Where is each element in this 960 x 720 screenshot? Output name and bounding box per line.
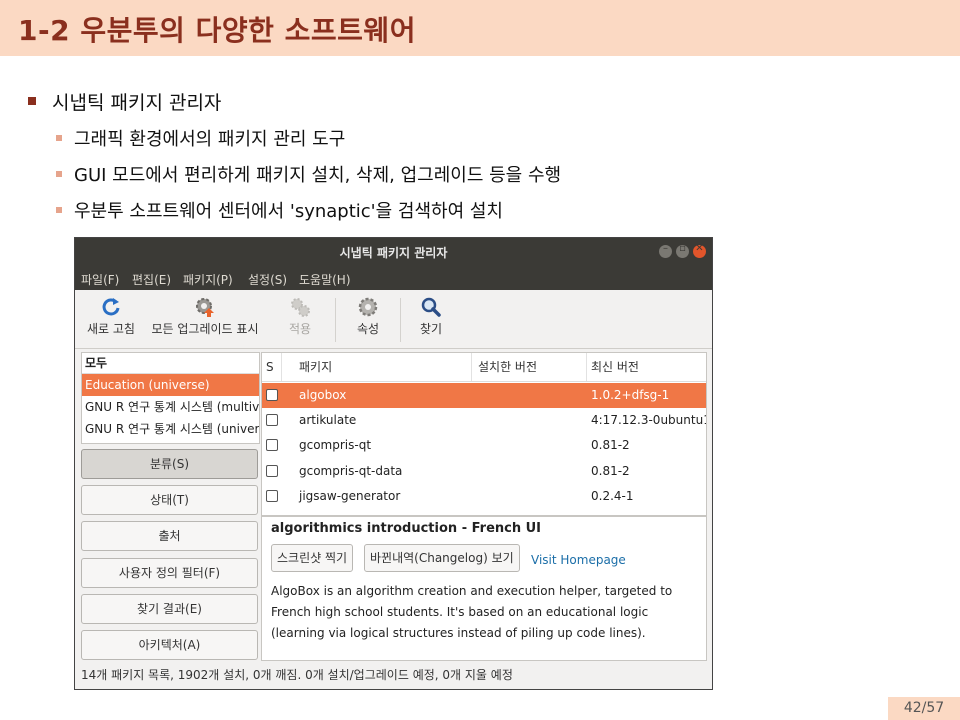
table-row[interactable]: jigsaw-generator 0.2.4-1 xyxy=(262,484,706,509)
package-checkbox[interactable] xyxy=(266,465,278,477)
properties-button[interactable]: 속성 xyxy=(343,296,393,337)
table-row[interactable]: gcompris-qt 0.81-2 xyxy=(262,433,706,458)
package-name: gcompris-qt xyxy=(299,438,372,452)
sub-bullet-text: 그래픽 환경에서의 패키지 관리 도구 xyxy=(74,129,346,150)
filter-architecture-button[interactable]: 아키텍처(A) xyxy=(81,630,258,660)
refresh-label: 새로 고침 xyxy=(87,322,135,336)
category-list-header: 모두 xyxy=(82,353,259,374)
window-title: 시냅틱 패키지 관리자 xyxy=(339,246,448,260)
package-latest-version: 4:17.12.3-0ubuntu1 xyxy=(591,413,707,427)
synaptic-window: 시냅틱 패키지 관리자 – ▫ ✕ 파일(F) 편집(E) 패키지(P) 설정(… xyxy=(74,237,713,690)
refresh-icon xyxy=(102,298,120,316)
changelog-button[interactable]: 바뀐내역(Changelog) 보기 xyxy=(364,544,520,572)
mark-all-upgrades-button[interactable]: 모든 업그레이드 표시 xyxy=(145,296,265,337)
gear-icon xyxy=(358,297,378,317)
package-latest-version: 0.2.4-1 xyxy=(591,489,634,503)
package-latest-version: 0.81-2 xyxy=(591,464,630,478)
toolbar-separator xyxy=(335,298,336,342)
column-installed-version[interactable]: 설치한 버전 xyxy=(474,353,587,381)
minimize-button[interactable]: – xyxy=(659,243,672,258)
bullet-main: 시냅틱 패키지 관리자 xyxy=(28,88,221,115)
sub-bullet-text: 우분투 소프트웨어 센터에서 'synaptic'을 검색하여 설치 xyxy=(74,201,503,222)
filter-origin-button[interactable]: 출처 xyxy=(81,521,258,551)
close-button[interactable]: ✕ xyxy=(693,243,706,258)
package-name: artikulate xyxy=(299,413,357,427)
table-row[interactable]: algobox 1.0.2+dfsg-1 xyxy=(262,383,706,408)
description-body: AlgoBox is an algorithm creation and exe… xyxy=(271,584,673,640)
gear-upgrade-icon xyxy=(196,298,214,317)
column-package[interactable]: 패키지 xyxy=(295,353,472,381)
sub-bullet-marker xyxy=(56,207,62,213)
slide-title: 1-2 우분투의 다양한 소프트웨어 xyxy=(18,14,416,47)
search-icon xyxy=(421,297,441,317)
package-checkbox[interactable] xyxy=(266,389,278,401)
slide-header: 1-2 우분투의 다양한 소프트웨어 xyxy=(0,0,960,56)
package-name: jigsaw-generator xyxy=(299,489,401,503)
maximize-icon: ▫ xyxy=(679,243,686,254)
toolbar-separator xyxy=(400,298,401,342)
apply-label: 적용 xyxy=(288,322,312,336)
menubar: 파일(F) 편집(E) 패키지(P) 설정(S) 도움말(H) xyxy=(75,266,712,290)
package-checkbox[interactable] xyxy=(266,490,278,502)
menu-file[interactable]: 파일(F) xyxy=(81,271,119,288)
menu-help[interactable]: 도움말(H) xyxy=(299,271,351,288)
filter-status-button[interactable]: 상태(T) xyxy=(81,485,258,515)
package-table-header: S 패키지 설치한 버전 최신 버전 xyxy=(262,353,706,382)
close-icon: ✕ xyxy=(695,243,704,254)
homepage-link[interactable]: Visit Homepage xyxy=(531,553,626,567)
sub-bullet-marker xyxy=(56,171,62,177)
search-label: 찾기 xyxy=(419,322,443,336)
sub-bullet: 그래픽 환경에서의 패키지 관리 도구 xyxy=(56,125,345,151)
screenshot-button[interactable]: 스크린샷 찍기 xyxy=(271,544,354,572)
bullet-main-text: 시냅틱 패키지 관리자 xyxy=(52,92,222,114)
search-button[interactable]: 찾기 xyxy=(409,296,453,337)
column-latest-version[interactable]: 최신 버전 xyxy=(587,353,706,381)
table-row[interactable]: gcompris-qt-data 0.81-2 xyxy=(262,459,706,484)
status-bar: 14개 패키지 목록, 1902개 설치, 0개 깨짐. 0개 설치/업그레이드… xyxy=(81,668,513,682)
filter-sections-button[interactable]: 분류(S) xyxy=(81,449,258,479)
menu-edit[interactable]: 편집(E) xyxy=(132,271,171,288)
description-title: algorithmics introduction - French UI xyxy=(271,521,542,536)
category-item[interactable]: GNU R 연구 통계 시스템 (univer xyxy=(82,418,259,440)
toolbar: 새로 고침 모든 업그레이드 표시 적용 속성 찾기 xyxy=(75,290,712,349)
page-number: 42/57 xyxy=(888,697,960,720)
apply-button[interactable]: 적용 xyxy=(275,296,325,337)
sub-bullet: GUI 모드에서 편리하게 패키지 설치, 삭제, 업그레이드 등을 수행 xyxy=(56,161,561,187)
package-name: algobox xyxy=(299,388,347,402)
maximize-button[interactable]: ▫ xyxy=(676,243,689,258)
properties-label: 속성 xyxy=(356,322,380,336)
description-pane: algorithmics introduction - French UI 스크… xyxy=(261,516,707,661)
mark-all-upgrades-label: 모든 업그레이드 표시 xyxy=(151,322,259,336)
sub-bullet-text: GUI 모드에서 편리하게 패키지 설치, 삭제, 업그레이드 등을 수행 xyxy=(74,165,562,186)
sub-bullet: 우분투 소프트웨어 센터에서 'synaptic'을 검색하여 설치 xyxy=(56,197,503,223)
filter-search-results-button[interactable]: 찾기 결과(E) xyxy=(81,594,258,624)
package-latest-version: 1.0.2+dfsg-1 xyxy=(591,388,670,402)
window-titlebar: 시냅틱 패키지 관리자 – ▫ ✕ xyxy=(75,238,712,266)
bullet-marker xyxy=(28,97,36,105)
category-list: 모두 Education (universe) GNU R 연구 통계 시스템 … xyxy=(81,352,260,444)
apply-gears-icon xyxy=(291,298,310,317)
sub-bullet-marker xyxy=(56,135,62,141)
package-latest-version: 0.81-2 xyxy=(591,438,630,452)
minimize-icon: – xyxy=(663,243,668,254)
menu-settings[interactable]: 설정(S) xyxy=(248,271,287,288)
column-status[interactable]: S xyxy=(262,353,282,381)
refresh-button[interactable]: 새로 고침 xyxy=(81,296,141,337)
category-item[interactable]: GNU R 연구 통계 시스템 (multiv xyxy=(82,396,259,418)
package-checkbox[interactable] xyxy=(266,439,278,451)
package-name: gcompris-qt-data xyxy=(299,464,403,478)
category-item[interactable]: Education (universe) xyxy=(82,374,259,396)
package-checkbox[interactable] xyxy=(266,414,278,426)
package-table: S 패키지 설치한 버전 최신 버전 algobox 1.0.2+dfsg-1 … xyxy=(261,352,707,516)
filter-custom-button[interactable]: 사용자 정의 필터(F) xyxy=(81,558,258,588)
menu-package[interactable]: 패키지(P) xyxy=(183,271,233,288)
table-row[interactable]: artikulate 4:17.12.3-0ubuntu1 xyxy=(262,408,706,433)
